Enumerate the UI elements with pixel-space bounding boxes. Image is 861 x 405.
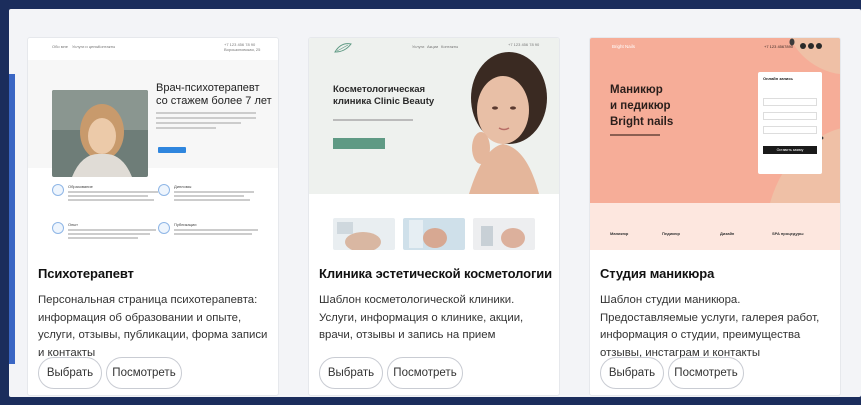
preview-nav-item: Услуги (412, 44, 425, 49)
preview-hero: Врач-психотерапевт со стажем более 7 лет (28, 60, 278, 177)
preview-form-button-label: Оставить заявку (776, 148, 804, 152)
preview-section: Дипломы (158, 184, 268, 206)
preview-section: Образование (52, 184, 162, 206)
publications-icon (158, 222, 170, 234)
preview-hero-title-line3: Bright nails (610, 116, 674, 128)
preview-gallery-photo (403, 218, 465, 250)
preview-form-button: Оставить заявку (763, 146, 817, 154)
preview-section-title: Опыт (68, 222, 78, 227)
view-button[interactable]: Посмотреть (668, 357, 744, 389)
preview-nav-item: Акции (427, 44, 439, 49)
preview-hero-subtitle (333, 119, 413, 121)
preview-section-title: Дипломы (174, 184, 192, 189)
preview-booking-form: Онлайн запись Оставить заявку (758, 72, 822, 174)
template-card-psychotherapist: Обо мне Услуги и цены Контакты +7 123 45… (27, 37, 279, 396)
social-icon (816, 43, 822, 49)
preview-category: Дизайн (720, 231, 735, 236)
preview-hero-text (156, 112, 256, 129)
side-accent-strip (9, 74, 15, 364)
preview-category: SPA процедуры (772, 231, 804, 236)
preview-address: Ворошиловская, 25 (224, 47, 261, 52)
experience-icon (52, 222, 64, 234)
preview-gallery-photo (473, 218, 535, 250)
preview-phone: +7 123 4567890 (764, 44, 794, 49)
preview-hero-title-line1: Врач-психотерапевт (156, 82, 260, 94)
preview-nav-item: Обо мне (52, 44, 68, 49)
preview-hero-subtitle (610, 134, 660, 136)
preview-hero-title-line1: Косметологическая (333, 84, 426, 95)
preview-form-title: Онлайн запись (763, 76, 793, 81)
template-card-nail-studio: Bright Nails +7 123 4567890 Маникюр и пе… (589, 37, 841, 396)
education-icon (52, 184, 64, 196)
card-body: Студия маникюра Шаблон студии маникюра. … (590, 250, 840, 395)
select-button[interactable]: Выбрать (38, 357, 102, 389)
card-description: Персональная страница психотерапевта: ин… (38, 294, 268, 359)
preview-section-title: Образование (68, 184, 93, 189)
preview-hero-title-line2: клиника Clinic Beauty (333, 96, 435, 107)
preview-category: Маникюр (610, 231, 629, 236)
template-preview-psychotherapist[interactable]: Обо мне Услуги и цены Контакты +7 123 45… (28, 38, 278, 250)
preview-form-field (763, 126, 817, 134)
card-title: Психотерапевт (38, 266, 134, 281)
preview-section: Опыт (52, 222, 162, 244)
preview-form-field (763, 112, 817, 120)
select-button[interactable]: Выбрать (600, 357, 664, 389)
preview-hero-button (158, 147, 186, 153)
preview-portrait (52, 90, 148, 177)
preview-gallery-photo (333, 218, 395, 250)
social-icon (808, 43, 814, 49)
diploma-icon (158, 184, 170, 196)
card-title: Студия маникюра (600, 266, 715, 281)
preview-section-title: Публикации (174, 222, 197, 227)
templates-panel: Обо мне Услуги и цены Контакты +7 123 45… (9, 9, 861, 397)
preview-model-photo (469, 52, 547, 194)
select-button[interactable]: Выбрать (319, 357, 383, 389)
card-description: Шаблон косметологической клиники. Услуги… (319, 294, 524, 341)
leaf-logo-icon (334, 43, 352, 53)
preview-brand: Bright Nails (612, 44, 636, 49)
preview-phone: +7 123 456 78 90 (508, 42, 540, 47)
preview-hero-title-line2: и педикюр (610, 100, 671, 112)
preview-category: Педикюр (662, 231, 680, 236)
preview-nav-item: Услуги и цены (72, 44, 99, 49)
card-description: Шаблон студии маникюра. Предоставляемые … (600, 294, 820, 359)
template-card-cosmetology: Услуги Акции Контакты +7 123 456 78 90 К… (308, 37, 560, 396)
preview-hero: Услуги Акции Контакты +7 123 456 78 90 К… (309, 38, 559, 194)
preview-section: Публикации (158, 222, 268, 244)
preview-form-field (763, 98, 817, 106)
social-icon (800, 43, 806, 49)
preview-hero: Bright Nails +7 123 4567890 Маникюр и пе… (590, 38, 840, 203)
preview-hero-title-line1: Маникюр (610, 84, 663, 96)
view-button[interactable]: Посмотреть (106, 357, 182, 389)
card-body: Клиника эстетической косметологии Шаблон… (309, 250, 559, 395)
view-button[interactable]: Посмотреть (387, 357, 463, 389)
template-preview-cosmetology[interactable]: Услуги Акции Контакты +7 123 456 78 90 К… (309, 38, 559, 250)
preview-hero-title-line2: со стажем более 7 лет (156, 95, 272, 107)
template-preview-nail-studio[interactable]: Bright Nails +7 123 4567890 Маникюр и пе… (590, 38, 840, 250)
preview-categories-bar (590, 203, 840, 250)
card-title: Клиника эстетической косметологии (319, 266, 553, 281)
card-body: Психотерапевт Персональная страница псих… (28, 250, 278, 395)
preview-hero-button (333, 138, 385, 149)
preview-nav-item: Контакты (98, 44, 116, 49)
